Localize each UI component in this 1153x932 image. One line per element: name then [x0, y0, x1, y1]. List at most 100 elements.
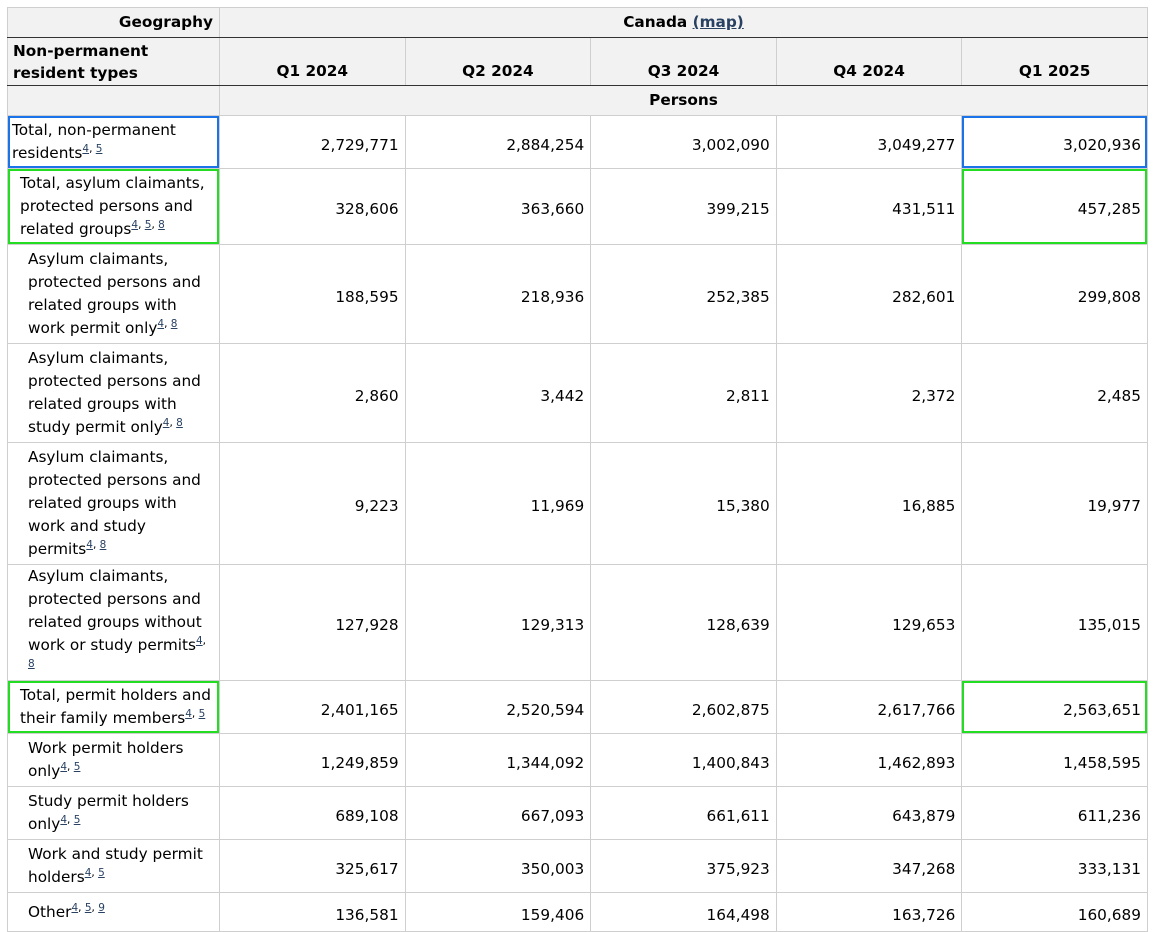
value-cell: 299,808 — [961, 244, 1148, 344]
footnote-link[interactable]: 5 — [74, 761, 81, 773]
table-row: Asylum claimants, protected persons and … — [7, 564, 1148, 681]
footnote-link[interactable]: 4 — [60, 761, 67, 773]
table-row: Asylum claimants, protected persons and … — [7, 442, 1148, 565]
footnote-link[interactable]: 8 — [158, 219, 165, 231]
footnote-link[interactable]: 4 — [131, 219, 138, 231]
value-cell: 328,606 — [219, 168, 406, 245]
table-row: Total, non-permanent residents4, 5 2,729,… — [7, 115, 1148, 169]
footnote-link[interactable]: 9 — [98, 902, 105, 914]
value-cell: 350,003 — [404, 839, 592, 893]
row-label-cell: Work and study permit holders4, 5 — [7, 839, 220, 893]
row-label: Asylum claimants, protected persons and … — [28, 567, 202, 654]
value-cell: 15,380 — [590, 442, 777, 565]
footnote-link[interactable]: 5 — [96, 143, 103, 155]
period-header: Q1 2025 — [961, 37, 1148, 86]
geography-header-row: Geography Canada (map) — [7, 7, 1148, 38]
period-header: Q1 2024 — [219, 37, 406, 86]
units-blank-cell — [7, 85, 220, 116]
footnote-link[interactable]: 4 — [157, 318, 164, 330]
value-cell: 689,108 — [219, 786, 406, 840]
row-label-cell: Asylum claimants, protected persons and … — [7, 244, 220, 344]
row-label: Other — [28, 902, 72, 921]
row-label-cell: Work permit holders only4, 5 — [7, 733, 220, 787]
footnote-refs: 4, 5 — [185, 708, 206, 720]
value-cell: 127,928 — [219, 564, 406, 681]
footnote-refs: 4, 5, 9 — [71, 901, 105, 914]
footnote-link[interactable]: 5 — [145, 219, 152, 231]
value-cell: 160,689 — [961, 892, 1148, 932]
footnote-link[interactable]: 5 — [199, 708, 206, 720]
value-cell: 2,884,254 — [404, 115, 592, 169]
footnote-refs: 4, 8 — [86, 539, 107, 551]
value-cell: 2,860 — [219, 343, 406, 443]
value-cell: 2,401,165 — [219, 680, 406, 734]
footnote-link[interactable]: 8 — [176, 417, 183, 429]
value-cell: 164,498 — [590, 892, 777, 932]
value-cell: 252,385 — [590, 244, 777, 344]
value-cell: 3,049,277 — [775, 115, 963, 169]
footnote-link[interactable]: 4 — [85, 867, 92, 879]
period-header: Q4 2024 — [775, 37, 963, 86]
geography-value-cell: Canada (map) — [219, 7, 1148, 38]
table-row: Asylum claimants, protected persons and … — [7, 343, 1148, 443]
value-cell: 431,511 — [775, 168, 963, 245]
footnote-refs: 4, 8 — [162, 417, 183, 429]
value-cell: 1,344,092 — [404, 733, 592, 787]
value-cell: 1,458,595 — [961, 733, 1148, 787]
value-cell: 129,313 — [404, 564, 592, 681]
row-label: Total, asylum claimants, protected perso… — [20, 174, 205, 238]
row-label-cell: Total, asylum claimants, protected perso… — [7, 168, 220, 245]
value-cell: 2,602,875 — [590, 680, 777, 734]
value-cell: 128,639 — [590, 564, 777, 681]
footnote-refs: 4, 8 — [157, 318, 178, 330]
value-cell: 661,611 — [590, 786, 777, 840]
footnote-link[interactable]: 4 — [86, 539, 93, 551]
geography-value: Canada — [623, 13, 688, 31]
value-cell: 16,885 — [775, 442, 963, 565]
value-cell: 3,020,936 — [961, 115, 1148, 169]
row-label-cell: Asylum claimants, protected persons and … — [7, 564, 220, 681]
data-table: Geography Canada (map) Non-permanent res… — [7, 7, 1148, 932]
footnote-link[interactable]: 5 — [98, 867, 105, 879]
row-label-cell: Asylum claimants, protected persons and … — [7, 442, 220, 565]
footnote-link[interactable]: 4 — [196, 635, 203, 647]
footnote-link[interactable]: 4 — [60, 814, 67, 826]
footnote-link[interactable]: 8 — [28, 658, 35, 670]
value-cell: 333,131 — [961, 839, 1148, 893]
value-cell: 2,729,771 — [219, 115, 406, 169]
value-cell: 2,617,766 — [775, 680, 963, 734]
value-cell: 3,442 — [404, 343, 592, 443]
row-label: Asylum claimants, protected persons and … — [28, 448, 201, 558]
footnote-link[interactable]: 4 — [185, 708, 192, 720]
value-cell: 643,879 — [775, 786, 963, 840]
value-cell: 135,015 — [961, 564, 1148, 681]
value-cell: 19,977 — [961, 442, 1148, 565]
value-cell: 2,563,651 — [961, 680, 1148, 734]
value-cell: 457,285 — [961, 168, 1148, 245]
geography-label: Geography — [7, 7, 220, 38]
footnote-link[interactable]: 5 — [85, 902, 92, 914]
row-label-cell: Other4, 5, 9 — [7, 892, 220, 932]
units-label: Persons — [219, 85, 1148, 116]
value-cell: 218,936 — [404, 244, 592, 344]
footnote-link[interactable]: 4 — [82, 143, 89, 155]
value-cell: 363,660 — [404, 168, 592, 245]
value-cell: 1,400,843 — [590, 733, 777, 787]
map-link[interactable]: (map) — [693, 13, 744, 31]
footnote-link[interactable]: 4 — [163, 417, 170, 429]
footnote-link[interactable]: 8 — [100, 539, 107, 551]
value-cell: 1,462,893 — [775, 733, 963, 787]
footnote-link[interactable]: 4 — [71, 902, 78, 914]
table-row: Study permit holders only4, 5 689,108 667,… — [7, 786, 1148, 840]
row-label-cell: Asylum claimants, protected persons and … — [7, 343, 220, 443]
footnote-link[interactable]: 8 — [171, 318, 178, 330]
value-cell: 375,923 — [590, 839, 777, 893]
footnote-link[interactable]: 5 — [74, 814, 81, 826]
period-header: Q3 2024 — [590, 37, 777, 86]
units-header-row: Persons — [7, 85, 1148, 116]
row-label: Study permit holders only — [28, 792, 189, 833]
value-cell: 2,372 — [775, 343, 963, 443]
value-cell: 163,726 — [775, 892, 963, 932]
value-cell: 3,002,090 — [590, 115, 777, 169]
row-header-label: Non-permanent resident types — [7, 37, 220, 86]
